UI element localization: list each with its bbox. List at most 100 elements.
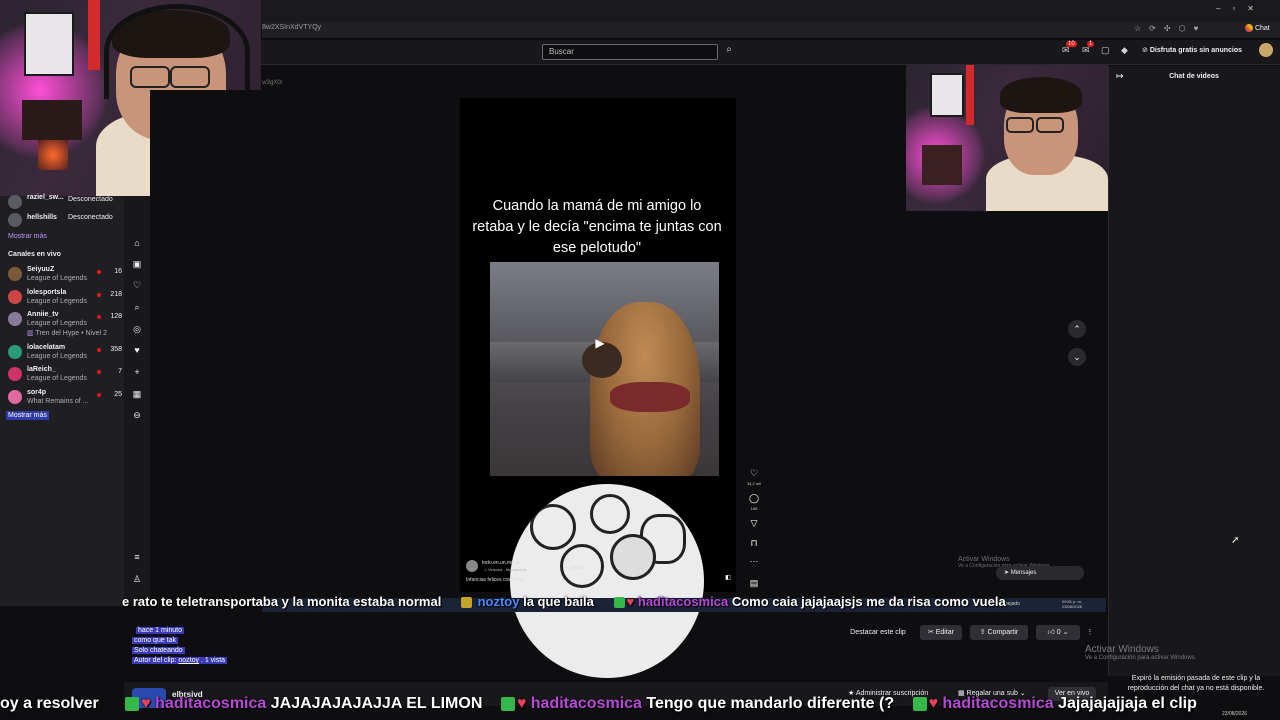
ticker-username: haditacosmica [155, 695, 267, 712]
ticker-message: oy a resolver [0, 695, 99, 712]
like-icon[interactable]: ♡ [748, 468, 760, 479]
url-text: 8w2XSInXdVTYQy [262, 24, 322, 31]
channel-game: League of Legends [27, 320, 87, 327]
show-more-link[interactable]: Mostrar más [6, 411, 49, 420]
browser-extension-icons[interactable]: ☆⟳✣⬡♥ [1134, 24, 1206, 33]
clip-views: . 1 vista [200, 657, 226, 664]
comment-count: 185 [750, 506, 758, 511]
notifications-icon[interactable]: ▢ [1101, 45, 1110, 56]
ticker-message: Tengo que mandarlo diferente (? [646, 695, 895, 712]
bookmark-icon[interactable]: ⊓ [748, 538, 760, 549]
bits-icon[interactable]: ◆ [1121, 45, 1128, 56]
video-description: Infancias felices cracknuts [466, 577, 525, 583]
mute-icon[interactable]: ◧ [722, 574, 734, 581]
promo-link[interactable]: ⊘ Disfruta gratis sin anuncios [1142, 46, 1242, 54]
hype-train-text: ▥ Tren del Hype • Nivel 2 [27, 330, 107, 337]
channel-name: laReich_ [27, 366, 56, 373]
emote-icon [460, 597, 472, 609]
live-dot-icon [97, 393, 101, 397]
clip-time-ago: hace 1 minuto [136, 627, 184, 634]
next-video-button[interactable]: ⌄ [1068, 348, 1086, 366]
menu-icon[interactable]: ≡ [131, 551, 143, 563]
more-options-icon[interactable]: ⋮ [1084, 625, 1096, 640]
taskbar-clock: 09:51 p. m. 23/08/2026 [1062, 599, 1082, 609]
more-icon[interactable]: ··· [748, 556, 760, 566]
plus-icon[interactable]: + [131, 366, 143, 378]
whispers-icon[interactable]: ✉ 1 [1082, 41, 1095, 56]
like-clip-button[interactable]: 👍︎ 0 ⌄ [1036, 625, 1080, 640]
user-avatar[interactable] [1259, 43, 1273, 57]
chat-panel [1108, 66, 1280, 676]
share-icon: ⇪ [979, 629, 988, 636]
channel-game: League of Legends [27, 275, 87, 282]
following-icon[interactable]: ▣ [131, 258, 143, 270]
search-rail-icon[interactable]: ⌕ [131, 301, 143, 313]
creator-name[interactable]: todo.en.un.meme [482, 560, 521, 566]
dog-video-frame[interactable] [490, 262, 719, 476]
browser-chat-button[interactable]: Chat [1245, 24, 1270, 32]
explore-icon[interactable]: ◎ [131, 323, 143, 335]
clip-info: hace 1 minuto como que tak Solo chateand… [132, 626, 228, 666]
browser-chat-label: Chat [1254, 24, 1270, 32]
edit-clip-button[interactable]: ✂ Editar [920, 625, 962, 640]
check-badge-icon [500, 696, 515, 711]
clip-author-prefix: Autor del clip: [134, 657, 177, 664]
prime-icon[interactable]: ♡ [131, 279, 143, 291]
inbox-icon[interactable]: ✉ 10 [1062, 41, 1077, 56]
comment-icon[interactable]: ◯ [748, 493, 760, 504]
profile-icon[interactable]: ♙ [131, 573, 143, 585]
previous-video-button[interactable]: ⌃ [1068, 320, 1086, 338]
feature-clip-button[interactable]: Destacar este clip [842, 625, 914, 640]
clip-author-link[interactable]: noztoy [178, 657, 199, 664]
watermark-line1: Activar Windows [958, 556, 1010, 563]
like-count: 0 [1056, 629, 1061, 636]
home-icon[interactable]: ⌂ [131, 237, 143, 249]
creator-avatar[interactable] [466, 560, 478, 572]
channel-game: League of Legends [27, 375, 87, 382]
clock-date: 23/08/2026 [1062, 604, 1083, 609]
offline-user-name: raziel_sw... [27, 194, 64, 201]
ticker-username: haditacosmica [530, 695, 642, 712]
channel-game: What Remains of ... [27, 398, 89, 405]
share-clip-button[interactable]: ⇪ Compartir [970, 625, 1028, 640]
hype-train-label: Tren del Hype • Nivel 2 [35, 330, 107, 337]
minus-circle-icon[interactable]: ⊖ [131, 409, 143, 421]
heart-badge-icon: ♥ [516, 695, 527, 712]
watermark-line1: Activar Windows [1085, 644, 1159, 655]
window-controls[interactable]: –▫✕ [1216, 4, 1266, 13]
gallery-icon[interactable]: ▦ [131, 388, 143, 400]
windows-watermark: Activar Windows Ve a Configuración para … [1085, 644, 1196, 661]
clip-title: como que tak [132, 637, 179, 644]
live-dot-icon [97, 370, 101, 374]
search-button[interactable]: ⌕ [720, 44, 738, 60]
promo-text: Disfruta gratis sin anuncios [1149, 47, 1242, 54]
offline-user-status: Desconectado [68, 214, 113, 221]
share-label: Compartir [987, 629, 1019, 636]
like-count: 34,2 mil [746, 481, 761, 486]
heart-icon[interactable]: ♥ [131, 344, 143, 356]
show-more-link[interactable]: Mostrar más [8, 233, 47, 240]
mouse-cursor-icon: ➚ [1231, 535, 1240, 546]
system-date: 23/08/2026 [1222, 711, 1248, 717]
channel-viewers: 16 [114, 268, 122, 275]
inbox-badge: 10 [1066, 41, 1077, 47]
live-channels-heading: Canales en vivo [8, 251, 61, 258]
channel-viewers: 25 [114, 391, 122, 398]
messages-label: Mensajes [1010, 570, 1037, 576]
share-icon[interactable]: ▽ [748, 518, 760, 529]
live-dot-icon [97, 270, 101, 274]
ticker-username: noztoy [477, 594, 520, 609]
check-badge-icon [912, 696, 927, 711]
address-bar[interactable] [262, 22, 1280, 38]
video-caption: Cuando la mamá de mi amigo lo retaba y l… [472, 198, 722, 256]
channel-viewers: 358 [110, 346, 122, 353]
inner-url-text: v/3gX0/ [262, 80, 283, 86]
clip-category[interactable]: Solo chateando [132, 647, 185, 654]
sound-icon[interactable]: ▤ [748, 578, 760, 589]
messages-button[interactable]: ➤ Mensajes [996, 566, 1084, 580]
play-icon[interactable]: ▶ [592, 336, 608, 352]
search-input[interactable]: Buscar [542, 44, 718, 60]
channel-name: sor4p [27, 389, 47, 396]
follow-button[interactable]: Seguir [570, 565, 584, 571]
edit-label: Editar [935, 629, 955, 636]
